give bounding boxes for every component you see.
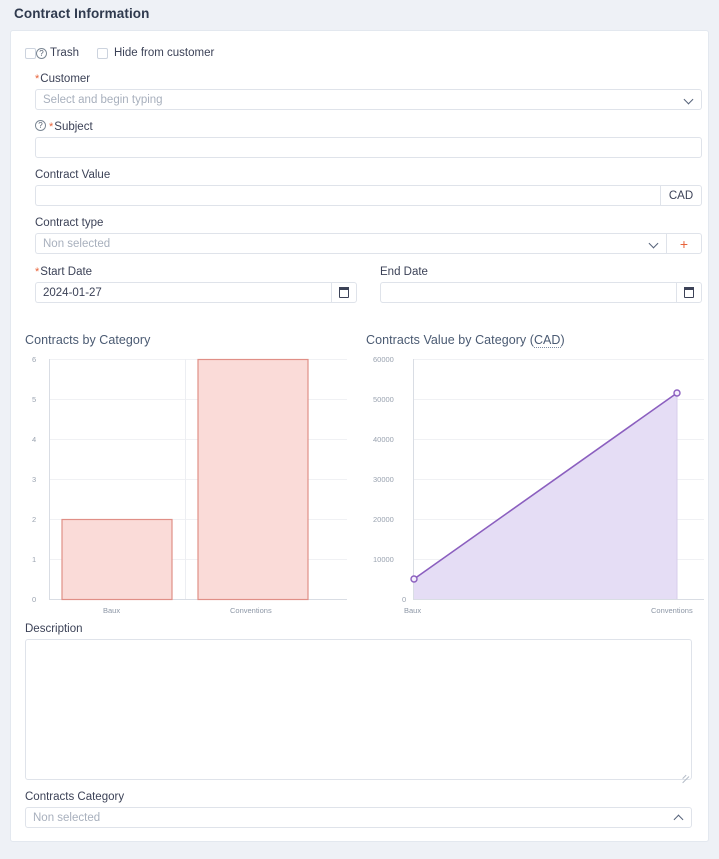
- calendar-icon: [683, 286, 695, 298]
- bar-chart-svg: [49, 358, 347, 601]
- hide-from-customer-label: Hide from customer: [114, 47, 215, 59]
- contract-value-input[interactable]: [35, 185, 660, 206]
- start-date-input[interactable]: 2024-01-27: [35, 282, 331, 303]
- contracts-category-select[interactable]: Non selected: [25, 807, 692, 828]
- customer-label: *Customer: [35, 73, 91, 85]
- bar-xtick-baux: Baux: [103, 606, 121, 615]
- end-date-input[interactable]: [380, 282, 676, 303]
- bar-chart-title: Contracts by Category: [25, 333, 151, 347]
- currency-abbr: CAD: [533, 333, 561, 348]
- area-ytick-10000: 10000: [373, 555, 394, 564]
- contract-value-label: Contract Value: [35, 169, 111, 181]
- bottom-card: Description Contracts Category Non selec…: [10, 620, 709, 842]
- bar-ytick-2: 2: [32, 515, 37, 524]
- area-ytick-60000: 60000: [373, 355, 394, 364]
- chevron-down-icon[interactable]: [650, 239, 659, 248]
- start-date-label: *Start Date: [35, 266, 93, 278]
- add-contract-type-button[interactable]: +: [666, 233, 702, 254]
- area-chart: 60000 50000 40000 30000 20000 10000 0 Ba…: [366, 348, 706, 615]
- contract-type-group: Non selected +: [35, 233, 702, 254]
- bar-ytick-5: 5: [32, 395, 37, 404]
- area-ytick-30000: 30000: [373, 475, 394, 484]
- chevron-down-icon[interactable]: [685, 95, 694, 104]
- currency-suffix: CAD: [660, 185, 702, 206]
- bar-ytick-4: 4: [32, 435, 37, 444]
- required-marker: *: [35, 73, 40, 85]
- bar-chart: 6 5 4 3 2 1 0 Baux Conventions: [25, 348, 350, 615]
- bar-xtick-conventions: Conventions: [230, 606, 272, 615]
- area-ytick-20000: 20000: [373, 515, 394, 524]
- bar-ytick-1: 1: [32, 555, 37, 564]
- bar-ytick-3: 3: [32, 475, 37, 484]
- customer-input[interactable]: Select and begin typing: [35, 89, 702, 110]
- checkbox-hide-from-customer[interactable]: Hide from customer: [97, 47, 214, 59]
- trash-label: Trash: [50, 47, 79, 59]
- end-date-label: End Date: [380, 266, 428, 278]
- resize-handle[interactable]: [681, 769, 690, 784]
- area-xtick-baux: Baux: [404, 606, 422, 615]
- description-label: Description: [25, 623, 83, 635]
- trash-checkbox-box[interactable]: [25, 47, 36, 59]
- page-root: Contract Information Trash Hide from cus…: [0, 0, 719, 859]
- area-chart-title-main: Contracts Value by Category (: [366, 333, 534, 347]
- help-icon[interactable]: [35, 120, 46, 131]
- checkbox-trash[interactable]: Trash: [25, 47, 79, 59]
- start-date-group: 2024-01-27: [35, 282, 357, 303]
- contracts-category-label: Contracts Category: [25, 791, 125, 803]
- charts-card: Contracts by Category 6 5 4 3 2 1 0 Baux…: [10, 315, 709, 620]
- bar-ytick-6: 6: [32, 355, 37, 364]
- subject-label: *Subject: [35, 120, 93, 134]
- description-textarea[interactable]: [25, 639, 692, 784]
- area-xtick-conventions: Conventions: [651, 606, 693, 615]
- contract-type-label: Contract type: [35, 217, 104, 229]
- end-date-picker-button[interactable]: [676, 282, 702, 303]
- area-ytick-50000: 50000: [373, 395, 394, 404]
- page-title: Contract Information: [14, 6, 150, 21]
- start-date-picker-button[interactable]: [331, 282, 357, 303]
- contract-type-placeholder: Non selected: [43, 237, 111, 250]
- calendar-icon: [338, 286, 350, 298]
- customer-placeholder: Select and begin typing: [43, 93, 163, 106]
- required-marker: *: [35, 266, 40, 278]
- contracts-category-placeholder: Non selected: [33, 811, 101, 824]
- hide-from-customer-checkbox-box[interactable]: [97, 47, 108, 59]
- chevron-up-icon[interactable]: [675, 813, 684, 822]
- contract-form-card: Trash Hide from customer *Customer Selec…: [10, 30, 709, 315]
- contract-type-select[interactable]: Non selected: [35, 233, 666, 254]
- contract-value-group: CAD: [35, 185, 702, 206]
- area-chart-svg: [410, 359, 704, 600]
- required-marker: *: [49, 121, 54, 133]
- start-date-value: 2024-01-27: [43, 286, 102, 299]
- bar-ytick-0: 0: [32, 595, 37, 604]
- area-ytick-40000: 40000: [373, 435, 394, 444]
- help-icon[interactable]: [36, 47, 47, 59]
- plus-icon: +: [679, 235, 689, 252]
- subject-input[interactable]: [35, 137, 702, 158]
- end-date-group: [380, 282, 702, 303]
- area-ytick-0: 0: [402, 595, 407, 604]
- area-chart-title: Contracts Value by Category (CAD): [366, 333, 565, 348]
